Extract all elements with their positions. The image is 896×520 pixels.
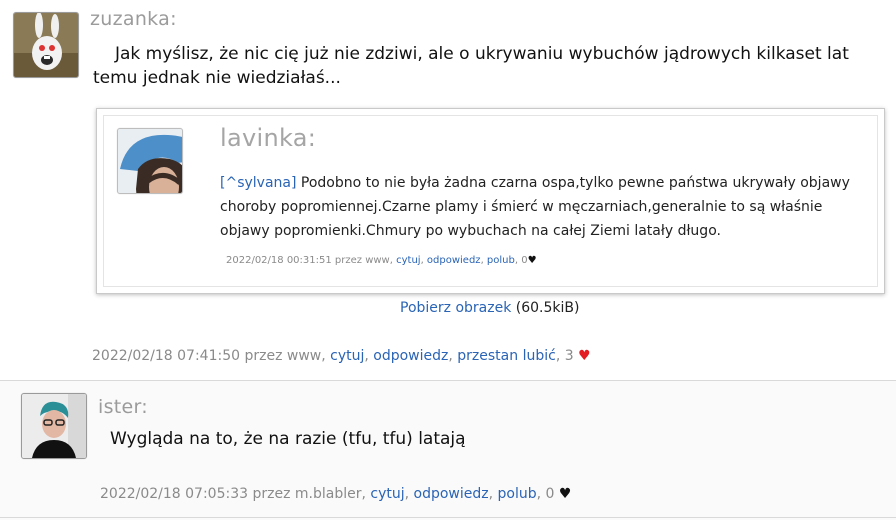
cytuj-link[interactable]: cytuj: [370, 486, 404, 502]
quoted-mention: [^sylvana]: [220, 175, 297, 191]
like-count: 3: [564, 348, 574, 364]
like-link[interactable]: polub: [498, 486, 537, 502]
person-avatar-icon: [22, 394, 86, 458]
heart-icon[interactable]: ♥: [559, 486, 572, 502]
heart-icon: ♥: [527, 255, 537, 266]
download-row: Pobierz obrazek (60.5kiB): [400, 300, 579, 316]
quoted-polub: polub: [486, 255, 515, 266]
comment-text: Wygląda na to, że na razie (tfu, tfu) la…: [110, 429, 466, 449]
like-count: 0: [545, 486, 555, 502]
quoted-odpowiedz: odpowiedz: [426, 255, 481, 266]
cytuj-link[interactable]: cytuj: [330, 348, 364, 364]
comment-meta-text: 2022/02/18 07:05:33 przez m.blabler,: [100, 486, 366, 502]
quoted-avatar: [117, 128, 183, 194]
embedded-image[interactable]: lavinka: [^sylvana] Podobno to nie była …: [96, 108, 885, 294]
comment-meta: 2022/02/18 07:05:33 przez m.blabler, cyt…: [100, 486, 572, 502]
quoted-body: Podobno to nie była żadna czarna ospa,ty…: [220, 175, 850, 239]
quoted-meta: 2022/02/18 00:31:51 przez www, cytuj, od…: [226, 255, 537, 266]
quoted-cytuj: cytuj: [396, 255, 421, 266]
embedded-quote: lavinka: [^sylvana] Podobno to nie była …: [103, 115, 878, 287]
comment-username[interactable]: zuzanka:: [90, 8, 177, 30]
comment-text: Jak myślisz, że nic cię już nie zdziwi, …: [93, 44, 849, 88]
quoted-username: lavinka:: [220, 124, 317, 152]
woman-in-hat-avatar-icon: [118, 129, 182, 193]
download-image-link[interactable]: Pobierz obrazek: [400, 300, 511, 316]
heart-liked-icon[interactable]: ♥: [578, 348, 591, 364]
divider: [0, 517, 896, 518]
avatar[interactable]: [21, 393, 87, 459]
comment-meta: 2022/02/18 07:41:50 przez www, cytuj, od…: [92, 348, 591, 364]
avatar[interactable]: [13, 12, 79, 78]
unlike-link[interactable]: przestan lubić: [457, 348, 556, 364]
comment-meta-text: 2022/02/18 07:41:50 przez www,: [92, 348, 326, 364]
quoted-text: [^sylvana] Podobno to nie była żadna cza…: [220, 171, 870, 243]
rabbid-avatar-icon: [14, 13, 78, 77]
odpowiedz-link[interactable]: odpowiedz: [373, 348, 448, 364]
comment-username[interactable]: ister:: [98, 396, 148, 418]
download-size: (60.5kiB): [515, 300, 580, 316]
comment: zuzanka: Jak myślisz, że nic cię już nie…: [0, 0, 896, 380]
quoted-meta-text: 2022/02/18 00:31:51 przez www,: [226, 255, 393, 266]
odpowiedz-link[interactable]: odpowiedz: [414, 486, 489, 502]
